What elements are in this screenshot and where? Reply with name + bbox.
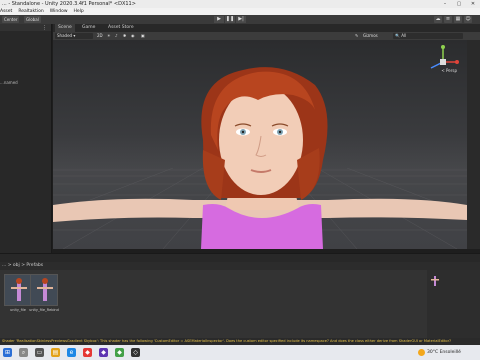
edge-browser-icon[interactable]: e bbox=[67, 348, 76, 357]
os-taskbar: ⊞ ⌕ ▭ ▤ e ◆ ◆ ◆ ◇ 30°C Ensoleillé bbox=[0, 345, 480, 360]
window-controls: – ▢ ✕ bbox=[438, 0, 480, 8]
app-icon[interactable]: ◆ bbox=[99, 348, 108, 357]
breadcrumb[interactable]: ... > obj > Prefabs bbox=[0, 262, 480, 270]
face bbox=[219, 85, 303, 195]
weather-icon bbox=[418, 349, 425, 356]
layers-icon[interactable]: ≡ bbox=[444, 16, 452, 23]
unity-icon[interactable]: ◇ bbox=[131, 348, 140, 357]
console-status-message[interactable]: Shader 'RealisationSkinlessPreviewsGradi… bbox=[0, 338, 480, 345]
scene-search-input[interactable]: 🔍 All bbox=[393, 33, 463, 39]
hierarchy-item[interactable]: ...named bbox=[0, 80, 18, 85]
windows-start-icon[interactable]: ⊞ bbox=[3, 348, 12, 357]
asset-thumbnail[interactable] bbox=[4, 274, 32, 306]
camera-icon[interactable]: ▣ bbox=[141, 33, 145, 39]
global-local-button[interactable]: Global bbox=[24, 16, 41, 23]
audio-icon[interactable]: ♪ bbox=[115, 33, 118, 39]
orientation-gizmo[interactable] bbox=[423, 42, 463, 82]
shading-mode-label: Shaded bbox=[57, 33, 73, 38]
asset-thumbnail[interactable] bbox=[30, 274, 58, 306]
maximize-button[interactable]: ▢ bbox=[452, 0, 466, 8]
gizmos-dropdown[interactable]: Gizmos bbox=[363, 33, 378, 39]
project-assets: unity_file unity_file_Rebind bbox=[0, 270, 480, 347]
perspective-label[interactable]: < Persp bbox=[441, 68, 457, 73]
minimize-button[interactable]: – bbox=[438, 0, 452, 8]
asset-label: unity_file_Rebind bbox=[29, 308, 59, 312]
preview-panel bbox=[427, 270, 480, 347]
tools-icon[interactable]: ✎ bbox=[355, 33, 358, 39]
menu-asset[interactable]: Asset bbox=[0, 9, 12, 14]
pause-button[interactable]: ❚❚ bbox=[225, 16, 235, 23]
account-icon[interactable]: ☺ bbox=[464, 16, 472, 23]
layout-icon[interactable]: ▦ bbox=[454, 16, 462, 23]
tab-asset-store[interactable]: Asset Store bbox=[105, 24, 137, 32]
tab-game[interactable]: Game bbox=[79, 24, 98, 32]
collab-icon[interactable]: ☁ bbox=[434, 16, 442, 23]
task-view-icon[interactable]: ▭ bbox=[35, 348, 44, 357]
window-title-bar: ... - Standalone - Unity 2020.3.4f1 Pers… bbox=[0, 0, 480, 8]
pivot-center-button[interactable]: Center bbox=[2, 16, 20, 23]
2d-toggle[interactable]: 2D bbox=[97, 33, 103, 39]
hidden-objects-icon[interactable]: ◉ bbox=[131, 33, 135, 39]
search-icon[interactable]: ⌕ bbox=[19, 348, 28, 357]
app-icon[interactable]: ◆ bbox=[83, 348, 92, 357]
hierarchy-panel: ⋮ ...named bbox=[0, 24, 52, 253]
step-button[interactable]: ▶| bbox=[236, 16, 246, 23]
weather-text[interactable]: 30°C Ensoleillé bbox=[427, 348, 461, 357]
add-icon[interactable]: ⋮ bbox=[42, 25, 47, 31]
menu-realtaktion[interactable]: Realtaktion bbox=[18, 9, 43, 14]
play-controls: ▶ ❚❚ ▶| bbox=[214, 16, 247, 23]
shading-mode-dropdown[interactable]: Shaded ▾ bbox=[55, 33, 93, 39]
menu-bar: Asset Realtaktion Window Help bbox=[0, 8, 480, 15]
scene-viewport[interactable]: < Persp bbox=[53, 40, 467, 249]
character-prefab-icon bbox=[11, 278, 27, 301]
character-model[interactable] bbox=[53, 40, 467, 249]
menu-help[interactable]: Help bbox=[74, 9, 84, 14]
play-button[interactable]: ▶ bbox=[214, 16, 224, 23]
close-button[interactable]: ✕ bbox=[466, 0, 480, 8]
menu-window[interactable]: Window bbox=[50, 9, 68, 14]
file-explorer-icon[interactable]: ▤ bbox=[51, 348, 60, 357]
project-tabs bbox=[0, 253, 480, 262]
app-icon[interactable]: ◆ bbox=[115, 348, 124, 357]
scene-view-toolbar: Shaded ▾ 2D ☀ ♪ ✱ ◉ ▣ ✎ Gizmos 🔍 All bbox=[53, 32, 480, 40]
scene-tabs: Scene Game Asset Store bbox=[53, 24, 480, 32]
character-prefab-icon bbox=[37, 278, 53, 301]
tab-scene[interactable]: Scene bbox=[55, 24, 75, 32]
main-toolbar: Center Global ▶ ❚❚ ▶| ☁ ≡ ▦ ☺ bbox=[0, 15, 480, 24]
effects-icon[interactable]: ✱ bbox=[123, 33, 126, 39]
inspector-side-panel bbox=[467, 40, 480, 249]
preview-figure-icon bbox=[431, 276, 439, 286]
window-title: ... - Standalone - Unity 2020.3.4f1 Pers… bbox=[2, 1, 136, 7]
lighting-icon[interactable]: ☀ bbox=[107, 33, 111, 39]
